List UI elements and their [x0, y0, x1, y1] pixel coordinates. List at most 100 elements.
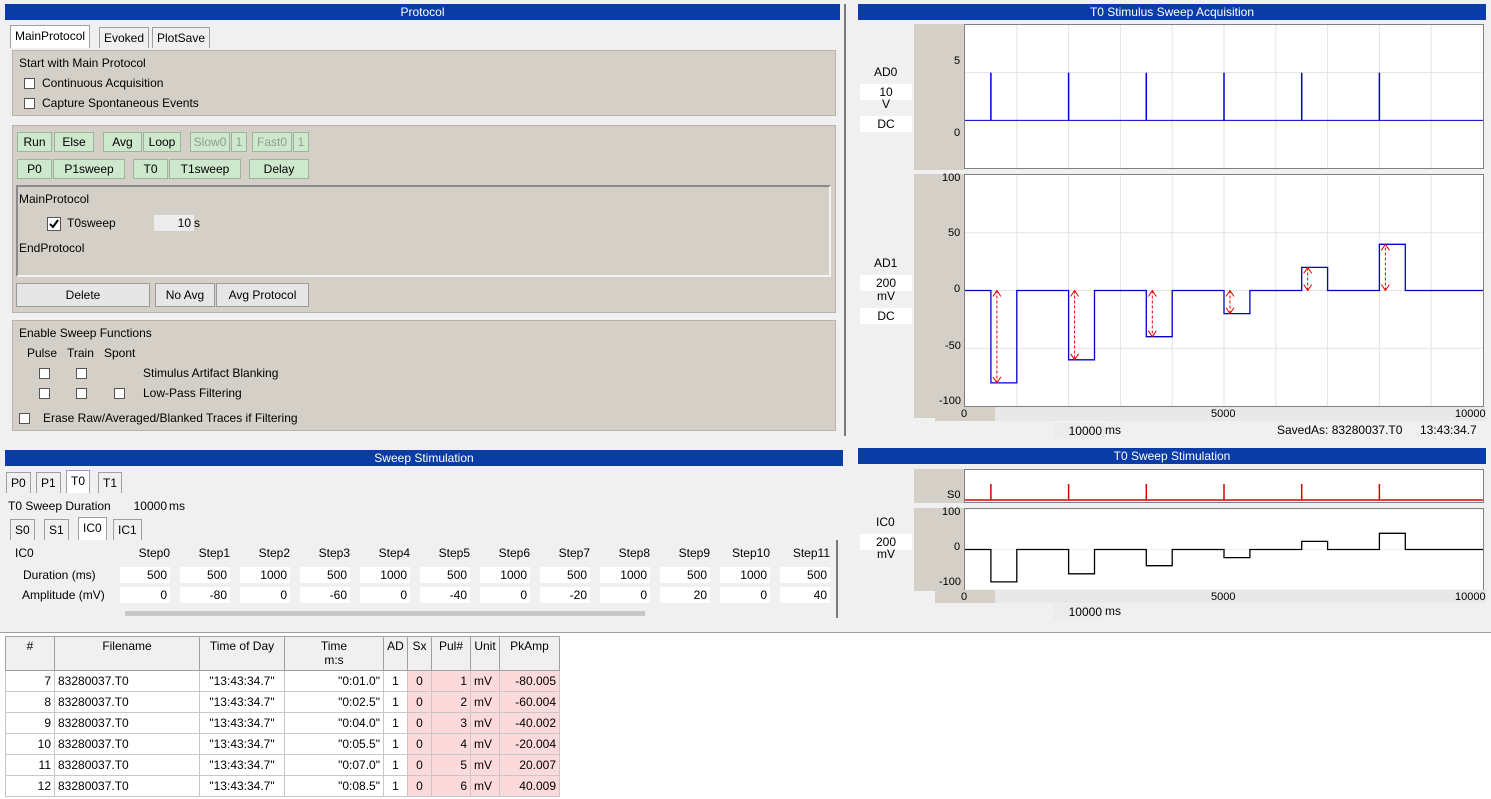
row-time[interactable]: "0:04.0": [284, 712, 384, 734]
tab-mainprotocol[interactable]: MainProtocol: [10, 25, 91, 48]
row-ad[interactable]: 1: [383, 733, 408, 755]
row-unit[interactable]: mV: [470, 670, 500, 692]
row-unit[interactable]: mV: [470, 754, 500, 776]
tab-plotsave[interactable]: PlotSave: [152, 27, 211, 48]
t0sweep-checkbox[interactable]: [47, 217, 61, 231]
row-index[interactable]: 9: [5, 712, 55, 734]
slow0-count[interactable]: 1: [231, 132, 247, 152]
run-button[interactable]: Run: [17, 132, 52, 152]
row-unit[interactable]: mV: [470, 691, 500, 713]
row-time-of-day[interactable]: "13:43:34.7": [199, 691, 285, 713]
capture-spontaneous-checkbox[interactable]: [24, 98, 35, 109]
tab-t0[interactable]: T0: [66, 470, 91, 493]
row-ad[interactable]: 1: [383, 670, 408, 692]
row-time[interactable]: "0:07.0": [284, 754, 384, 776]
row-filename[interactable]: 83280037.T0: [54, 775, 200, 797]
row-index[interactable]: 12: [5, 775, 55, 797]
row-index[interactable]: 8: [5, 691, 55, 713]
col-header-unit[interactable]: Unit: [470, 636, 500, 671]
row-time-of-day[interactable]: "13:43:34.7": [199, 670, 285, 692]
row-time[interactable]: "0:02.5": [284, 691, 384, 713]
row-pulse[interactable]: 5: [431, 754, 471, 776]
row-time-of-day[interactable]: "13:43:34.7": [199, 775, 285, 797]
loop-button[interactable]: Loop: [143, 132, 181, 152]
row-unit[interactable]: mV: [470, 712, 500, 734]
t0-button[interactable]: T0: [133, 159, 168, 179]
lowpass-train-checkbox[interactable]: [76, 388, 87, 399]
step-amplitude-cell[interactable]: -20: [540, 587, 590, 603]
tab-s1[interactable]: S1: [44, 519, 69, 540]
row-time-of-day[interactable]: "13:43:34.7": [199, 754, 285, 776]
row-sx[interactable]: 0: [407, 712, 432, 734]
row-filename[interactable]: 83280037.T0: [54, 733, 200, 755]
avg-button[interactable]: Avg: [103, 132, 142, 152]
step-amplitude-cell[interactable]: 0: [240, 587, 290, 603]
row-time[interactable]: "0:01.0": [284, 670, 384, 692]
row-sx[interactable]: 0: [407, 754, 432, 776]
tab-ic0[interactable]: IC0: [78, 517, 107, 540]
step-duration-cell[interactable]: 500: [120, 567, 170, 583]
step-amplitude-cell[interactable]: 0: [720, 587, 770, 603]
row-time[interactable]: "0:08.5": [284, 775, 384, 797]
ad1-coupling[interactable]: DC: [860, 308, 912, 324]
table-row[interactable]: 10 83280037.T0 "13:43:34.7" "0:05.5" 1 0 4 mV -2…: [5, 733, 560, 755]
table-row[interactable]: 7 83280037.T0 "13:43:34.7" "0:01.0" 1 0 1 mV -80…: [5, 670, 560, 692]
row-ad[interactable]: 1: [383, 691, 408, 713]
row-pkamp[interactable]: -20.004: [499, 733, 560, 755]
fast0-count[interactable]: 1: [293, 132, 309, 152]
t1sweep-button[interactable]: T1sweep: [169, 159, 241, 179]
step-duration-cell[interactable]: 500: [540, 567, 590, 583]
row-ad[interactable]: 1: [383, 775, 408, 797]
step-table-scrollbar[interactable]: [115, 608, 835, 618]
results-table[interactable]: # Filename Time of Day Time m:s AD Sx Pul…: [5, 636, 560, 797]
step-duration-cell[interactable]: 500: [300, 567, 350, 583]
col-header-ad[interactable]: AD: [383, 636, 408, 671]
table-row[interactable]: 12 83280037.T0 "13:43:34.7" "0:08.5" 1 0 6 mV 40…: [5, 775, 560, 797]
tab-p1[interactable]: P1: [36, 472, 61, 493]
row-pkamp[interactable]: -40.002: [499, 712, 560, 734]
row-sx[interactable]: 0: [407, 691, 432, 713]
row-index[interactable]: 7: [5, 670, 55, 692]
row-filename[interactable]: 83280037.T0: [54, 712, 200, 734]
step-amplitude-cell[interactable]: 40: [780, 587, 830, 603]
step-duration-cell[interactable]: 500: [180, 567, 230, 583]
table-row[interactable]: 11 83280037.T0 "13:43:34.7" "0:07.0" 1 0 5 mV 20…: [5, 754, 560, 776]
step-amplitude-cell[interactable]: 0: [480, 587, 530, 603]
row-ad[interactable]: 1: [383, 712, 408, 734]
col-header-index[interactable]: #: [5, 636, 55, 671]
avg-protocol-button[interactable]: Avg Protocol: [216, 283, 309, 307]
tab-s0[interactable]: S0: [10, 519, 35, 540]
row-index[interactable]: 10: [5, 733, 55, 755]
row-filename[interactable]: 83280037.T0: [54, 691, 200, 713]
continuous-acquisition-checkbox[interactable]: [24, 78, 35, 89]
col-header-pulse[interactable]: Pul#: [431, 636, 471, 671]
slow0-button[interactable]: Slow0: [190, 132, 230, 152]
no-avg-button[interactable]: No Avg: [155, 283, 215, 307]
row-pulse[interactable]: 1: [431, 670, 471, 692]
acq-time-window[interactable]: 10000: [1053, 423, 1105, 439]
row-sx[interactable]: 0: [407, 733, 432, 755]
row-time-of-day[interactable]: "13:43:34.7": [199, 712, 285, 734]
row-unit[interactable]: mV: [470, 775, 500, 797]
row-pkamp[interactable]: 40.009: [499, 775, 560, 797]
sweep-duration-field[interactable]: 10000: [122, 498, 170, 514]
step-amplitude-cell[interactable]: 20: [660, 587, 710, 603]
table-row[interactable]: 8 83280037.T0 "13:43:34.7" "0:02.5" 1 0 2 mV -60…: [5, 691, 560, 713]
col-header-sx[interactable]: Sx: [407, 636, 432, 671]
row-pkamp[interactable]: 20.007: [499, 754, 560, 776]
row-pkamp[interactable]: -80.005: [499, 670, 560, 692]
lowpass-pulse-checkbox[interactable]: [39, 388, 50, 399]
tab-p0[interactable]: P0: [6, 472, 31, 493]
delete-button[interactable]: Delete: [16, 283, 150, 307]
row-time-of-day[interactable]: "13:43:34.7": [199, 733, 285, 755]
row-ad[interactable]: 1: [383, 754, 408, 776]
lowpass-spont-checkbox[interactable]: [114, 388, 125, 399]
tab-t1[interactable]: T1: [98, 472, 123, 493]
row-unit[interactable]: mV: [470, 733, 500, 755]
step-duration-cell[interactable]: 1000: [360, 567, 410, 583]
p0-button[interactable]: P0: [17, 159, 52, 179]
row-pulse[interactable]: 3: [431, 712, 471, 734]
step-duration-cell[interactable]: 500: [660, 567, 710, 583]
step-amplitude-cell[interactable]: -60: [300, 587, 350, 603]
step-duration-cell[interactable]: 1000: [600, 567, 650, 583]
